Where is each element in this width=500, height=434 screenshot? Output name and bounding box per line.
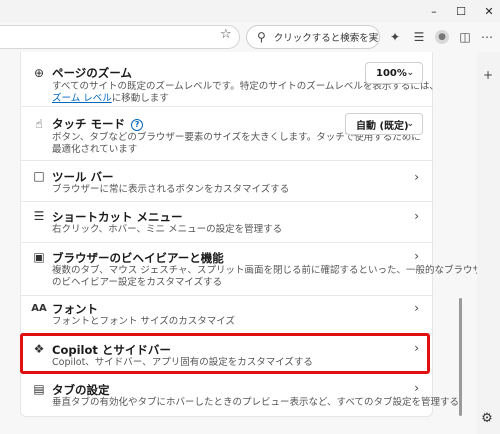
title-bar: – ☐ ✕ [0,0,500,22]
search-icon: ⚲ [257,30,266,44]
touch-icon: ☝ [35,117,43,131]
sidebar-toggle-icon[interactable]: ◫ [456,27,474,47]
avatar: ● [435,30,449,44]
tabs-desc: 垂直タブの有効化やタブにホバーしたときのプレビュー表示など、すべてのタブ設定を管… [52,397,459,408]
context-menu-title: ショートカット メニュー [52,210,183,224]
chevron-right-icon: › [414,209,419,223]
extensions-icon[interactable]: ✦ [386,27,404,47]
browser-behavior-icon: ▣ [33,250,45,264]
profile-button[interactable]: ● [433,27,451,47]
setting-toolbar[interactable]: □ ツール バー ブラウザーに常に表示されるボタンをカスタマイズする › [20,161,433,199]
browser-toolbar: ☆ ⚲ クリックすると検索を実... ✦ ☰ ● ◫ ⋯ [0,22,500,52]
tab-icon: ▤ [33,382,45,396]
help-icon[interactable]: ? [131,118,144,131]
setting-fonts[interactable]: AA フォント フォントとフォント サイズのカスタマイズ › [20,296,433,332]
font-icon: AA [31,302,47,314]
address-bar[interactable] [0,25,240,49]
chevron-down-icon: ⌄ [406,68,414,78]
scrollbar-thumb[interactable] [459,298,462,416]
chevron-right-icon: › [414,249,419,263]
chevron-right-icon: › [414,170,419,184]
context-menu-desc: 右クリック、ホバー、ミニ メニューの設定を管理する [52,224,283,235]
highlight-box [20,333,430,374]
fonts-desc: フォントとフォント サイズのカスタマイズ [52,316,235,327]
toolbar-icon: □ [33,169,45,183]
favorite-star-icon[interactable]: ☆ [220,27,232,42]
right-sidebar-strip: + [477,52,500,434]
touch-desc-2: 最適化されています [52,144,138,155]
add-icon[interactable]: + [483,68,493,82]
menu-lines-icon: ☰ [33,209,45,223]
search-placeholder: クリックすると検索を実... [273,33,379,44]
zoom-dropdown[interactable]: 100% ⌄ [365,62,423,84]
search-box[interactable]: ⚲ クリックすると検索を実... [246,25,380,49]
behavior-desc-2: のビヘイビアー設定をカスタマイズする [52,277,223,288]
toolbar-title: ツール バー [52,170,114,184]
favorites-icon[interactable]: ☰ [410,27,428,47]
zoom-value: 100% [376,67,407,79]
toolbar-desc: ブラウザーに常に表示されるボタンをカスタマイズする [52,184,290,195]
gear-icon[interactable]: ⚙ [479,410,495,426]
setting-zoom: ⊕ ページのズーム すべてのサイトの既定のズームレベルです。特定のサイトのズーム… [20,52,439,104]
chevron-down-icon: ⌄ [406,119,414,129]
chevron-right-icon: › [414,381,419,395]
chevron-right-icon: › [414,301,419,315]
setting-context-menu[interactable]: ☰ ショートカット メニュー 右クリック、ホバー、ミニ メニューの設定を管理する… [20,202,433,240]
touch-mode-value: 自動 (既定) [356,120,409,132]
zoom-desc-rest: に移動します [111,93,169,104]
zoom-level-link[interactable]: ズーム レベル [52,93,112,104]
touch-mode-dropdown[interactable]: 自動 (既定) ⌄ [345,113,423,135]
fonts-title: フォント [52,302,98,316]
close-button[interactable]: ✕ [472,0,500,22]
setting-tabs[interactable]: ▤ タブの設定 垂直タブの有効化やタブにホバーしたときのプレビュー表示など、すべ… [20,377,459,415]
touch-title: タッチ モード? [52,116,144,132]
zoom-title: ページのズーム [52,66,132,80]
tabs-title: タブの設定 [52,383,110,397]
behavior-title: ブラウザーのビヘイビアーと機能 [52,251,224,265]
setting-browser-behavior[interactable]: ▣ ブラウザーのビヘイビアーと機能 複数のタブ、マウス ジェスチャ、スプリット画… [20,243,491,293]
behavior-desc: 複数のタブ、マウス ジェスチャ、スプリット画面を閉じる前に確認するといった、一般… [52,265,492,276]
more-menu-icon[interactable]: ⋯ [478,27,496,47]
setting-touch-mode: ☝ タッチ モード? ボタン、タブなどのブラウザー要素のサイズを大きくします。タ… [20,107,433,157]
zoom-icon: ⊕ [33,66,45,80]
